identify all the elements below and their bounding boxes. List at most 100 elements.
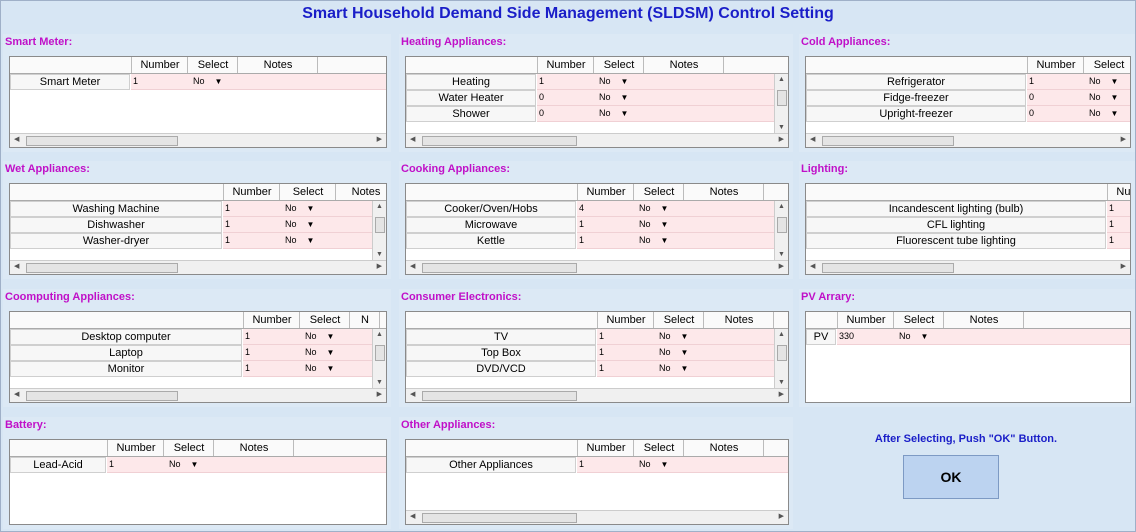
- number-cell[interactable]: 1: [1107, 217, 1130, 233]
- table-row[interactable]: Monitor 1 No ▼: [10, 361, 386, 377]
- number-cell[interactable]: 1: [597, 361, 655, 377]
- data-grid-battery[interactable]: Number Select Notes Lead-Acid 1 No ▼: [9, 439, 387, 525]
- scroll-left-icon[interactable]: ◀: [810, 262, 815, 270]
- dropdown-arrow-icon[interactable]: ▼: [191, 458, 199, 472]
- select-dropdown[interactable]: No ▼: [187, 74, 237, 90]
- table-row[interactable]: TV 1 No ▼: [406, 329, 788, 345]
- select-dropdown[interactable]: No ▼: [1083, 106, 1130, 122]
- table-row[interactable]: Desktop computer 1 No ▼: [10, 329, 386, 345]
- dropdown-arrow-icon[interactable]: ▼: [307, 202, 315, 216]
- scroll-down-icon[interactable]: ▼: [373, 379, 386, 386]
- data-grid-computing[interactable]: Number Select N Desktop computer 1 No ▼ Laptop 1…: [9, 311, 387, 403]
- scroll-right-icon[interactable]: ▶: [779, 262, 784, 270]
- notes-cell[interactable]: [213, 457, 386, 473]
- dropdown-arrow-icon[interactable]: ▼: [621, 91, 629, 105]
- number-cell[interactable]: 0: [1027, 90, 1085, 106]
- horizontal-scrollbar[interactable]: ◀ ▶: [806, 260, 1130, 274]
- table-row[interactable]: Top Box 1 No ▼: [406, 345, 788, 361]
- number-cell[interactable]: 1: [243, 345, 301, 361]
- scroll-left-icon[interactable]: ◀: [14, 135, 19, 143]
- select-dropdown[interactable]: No ▼: [633, 201, 683, 217]
- scroll-left-icon[interactable]: ◀: [810, 135, 815, 143]
- scrollbar-thumb[interactable]: [422, 513, 577, 523]
- scrollbar-thumb[interactable]: [26, 136, 179, 146]
- table-row[interactable]: Fidge-freezer 0 No ▼: [806, 90, 1130, 106]
- vertical-scrollbar[interactable]: ▲ ▼: [774, 329, 788, 388]
- scroll-up-icon[interactable]: ▲: [373, 203, 386, 210]
- notes-cell[interactable]: [237, 74, 386, 90]
- table-row[interactable]: CFL lighting 1: [806, 217, 1130, 233]
- number-cell[interactable]: 1: [107, 457, 165, 473]
- dropdown-arrow-icon[interactable]: ▼: [661, 234, 669, 248]
- dropdown-arrow-icon[interactable]: ▼: [1111, 91, 1119, 105]
- select-dropdown[interactable]: No ▼: [1083, 74, 1130, 90]
- dropdown-arrow-icon[interactable]: ▼: [327, 362, 335, 376]
- horizontal-scrollbar[interactable]: ◀ ▶: [806, 133, 1130, 147]
- dropdown-arrow-icon[interactable]: ▼: [621, 107, 629, 121]
- scroll-down-icon[interactable]: ▼: [775, 379, 788, 386]
- number-cell[interactable]: 1: [223, 201, 281, 217]
- dropdown-arrow-icon[interactable]: ▼: [621, 75, 629, 89]
- data-grid-cooking[interactable]: Number Select Notes Cooker/Oven/Hobs 4 No ▼ Mic…: [405, 183, 789, 275]
- scrollbar-thumb[interactable]: [422, 391, 577, 401]
- select-dropdown[interactable]: No ▼: [593, 74, 643, 90]
- data-grid-pv[interactable]: Number Select Notes PV 330 No ▼: [805, 311, 1131, 403]
- horizontal-scrollbar[interactable]: ◀ ▶: [10, 260, 386, 274]
- select-dropdown[interactable]: No ▼: [893, 329, 943, 345]
- notes-cell[interactable]: [683, 217, 788, 233]
- table-row[interactable]: Washing Machine 1 No ▼: [10, 201, 386, 217]
- number-cell[interactable]: 1: [577, 457, 635, 473]
- notes-cell[interactable]: [643, 74, 788, 90]
- table-row[interactable]: Heating 1 No ▼: [406, 74, 788, 90]
- table-row[interactable]: Other Appliances 1 No ▼: [406, 457, 788, 473]
- number-cell[interactable]: 1: [1107, 233, 1130, 249]
- select-dropdown[interactable]: No ▼: [593, 90, 643, 106]
- select-dropdown[interactable]: No ▼: [633, 233, 683, 249]
- table-row[interactable]: Lead-Acid 1 No ▼: [10, 457, 386, 473]
- select-dropdown[interactable]: No ▼: [299, 345, 349, 361]
- number-cell[interactable]: 1: [537, 74, 595, 90]
- table-row[interactable]: Laptop 1 No ▼: [10, 345, 386, 361]
- select-dropdown[interactable]: No ▼: [653, 329, 703, 345]
- scroll-right-icon[interactable]: ▶: [779, 135, 784, 143]
- vertical-scrollbar[interactable]: ▲ ▼: [372, 201, 386, 260]
- number-cell[interactable]: 1: [223, 233, 281, 249]
- select-dropdown[interactable]: No ▼: [633, 457, 683, 473]
- scroll-right-icon[interactable]: ▶: [1121, 135, 1126, 143]
- ok-button[interactable]: OK: [903, 455, 999, 499]
- scrollbar-thumb[interactable]: [822, 136, 954, 146]
- select-dropdown[interactable]: No ▼: [299, 361, 349, 377]
- dropdown-arrow-icon[interactable]: ▼: [661, 458, 669, 472]
- table-row[interactable]: Refrigerator 1 No ▼: [806, 74, 1130, 90]
- table-row[interactable]: Kettle 1 No ▼: [406, 233, 788, 249]
- scrollbar-thumb[interactable]: [777, 90, 787, 106]
- horizontal-scrollbar[interactable]: ◀ ▶: [406, 510, 788, 524]
- select-dropdown[interactable]: No ▼: [633, 217, 683, 233]
- number-cell[interactable]: 330: [837, 329, 895, 345]
- scroll-left-icon[interactable]: ◀: [14, 262, 19, 270]
- scrollbar-thumb[interactable]: [26, 263, 179, 273]
- number-cell[interactable]: 1: [131, 74, 189, 90]
- number-cell[interactable]: 1: [243, 361, 301, 377]
- data-grid-cold[interactable]: Number Select Refrigerator 1 No ▼ Fidge-freeze…: [805, 56, 1131, 148]
- select-dropdown[interactable]: No ▼: [163, 457, 213, 473]
- scroll-left-icon[interactable]: ◀: [410, 262, 415, 270]
- horizontal-scrollbar[interactable]: ◀ ▶: [406, 133, 788, 147]
- table-row[interactable]: PV 330 No ▼: [806, 329, 1130, 345]
- table-row[interactable]: Dishwasher 1 No ▼: [10, 217, 386, 233]
- notes-cell[interactable]: [643, 90, 788, 106]
- dropdown-arrow-icon[interactable]: ▼: [661, 202, 669, 216]
- scroll-left-icon[interactable]: ◀: [410, 135, 415, 143]
- scroll-left-icon[interactable]: ◀: [410, 390, 415, 398]
- scroll-right-icon[interactable]: ▶: [377, 390, 382, 398]
- dropdown-arrow-icon[interactable]: ▼: [1111, 75, 1119, 89]
- dropdown-arrow-icon[interactable]: ▼: [1111, 107, 1119, 121]
- scrollbar-thumb[interactable]: [375, 217, 385, 233]
- dropdown-arrow-icon[interactable]: ▼: [681, 330, 689, 344]
- dropdown-arrow-icon[interactable]: ▼: [327, 346, 335, 360]
- scroll-up-icon[interactable]: ▲: [373, 331, 386, 338]
- horizontal-scrollbar[interactable]: ◀ ▶: [406, 260, 788, 274]
- dropdown-arrow-icon[interactable]: ▼: [215, 75, 223, 89]
- scrollbar-thumb[interactable]: [777, 345, 787, 361]
- horizontal-scrollbar[interactable]: ◀ ▶: [406, 388, 788, 402]
